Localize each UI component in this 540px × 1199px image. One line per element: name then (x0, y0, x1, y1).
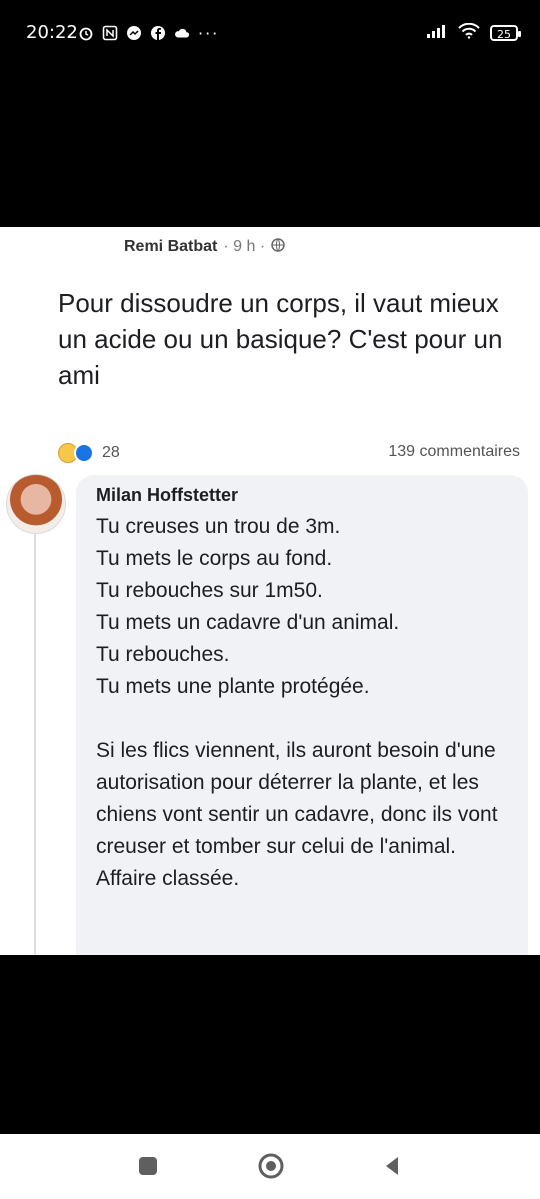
comment-author[interactable]: Milan Hoffstetter (96, 485, 238, 506)
comment-bubble: Milan Hoffstetter Tu creuses un trou de … (76, 475, 528, 955)
battery-icon: 25 (490, 25, 521, 41)
post-header: Remi Batbat · 9 h · (124, 237, 285, 257)
reactions-summary[interactable]: 28 (58, 443, 120, 463)
messenger-icon (126, 25, 142, 41)
comment-line: Tu mets le corps au fond. (96, 547, 333, 570)
status-time: 20:22 (26, 22, 78, 43)
like-reaction-icon (74, 443, 94, 463)
notification-icons: ··· (78, 22, 219, 44)
navigation-bar (0, 1134, 540, 1199)
status-bar: 20:22 ··· 25 (0, 0, 540, 68)
comment-line: Tu mets un cadavre d'un animal. (96, 611, 400, 634)
nfc-icon (102, 25, 118, 41)
post-author[interactable]: Remi Batbat (124, 238, 217, 256)
reaction-count: 28 (102, 444, 120, 461)
system-icons: 25 (426, 22, 521, 44)
cloud-icon (174, 25, 190, 41)
globe-icon (271, 237, 285, 257)
back-icon[interactable] (378, 1152, 406, 1180)
comment-line: Tu rebouches sur 1m50. (96, 579, 323, 602)
facebook-post-screenshot: Remi Batbat · 9 h · Pour dissoudre un co… (0, 227, 540, 955)
wifi-icon (458, 22, 480, 43)
comment-paragraph: Si les flics viennent, ils auront besoin… (96, 739, 498, 890)
screen: 20:22 ··· 25 Remi Batbat · 9 h · Pour di… (0, 0, 540, 1199)
post-time: · 9 h · (223, 238, 266, 255)
more-notifications: ··· (198, 23, 220, 43)
comment-text: Tu creuses un trou de 3m. Tu mets le cor… (96, 511, 516, 895)
facebook-icon (150, 25, 166, 41)
comment-line: Tu rebouches. (96, 643, 230, 666)
avatar[interactable] (6, 474, 66, 534)
post-text: Pour dissoudre un corps, il vaut mieux u… (58, 288, 503, 390)
alarm-icon (78, 25, 94, 41)
signal-icon (426, 23, 448, 43)
home-icon[interactable] (257, 1152, 285, 1180)
comments-count[interactable]: 139 commentaires (388, 443, 520, 461)
comment-line: Tu creuses un trou de 3m. (96, 515, 341, 538)
comment-line: Tu mets une plante protégée. (96, 675, 370, 698)
thread-line (34, 518, 36, 955)
recents-icon[interactable] (134, 1152, 162, 1180)
